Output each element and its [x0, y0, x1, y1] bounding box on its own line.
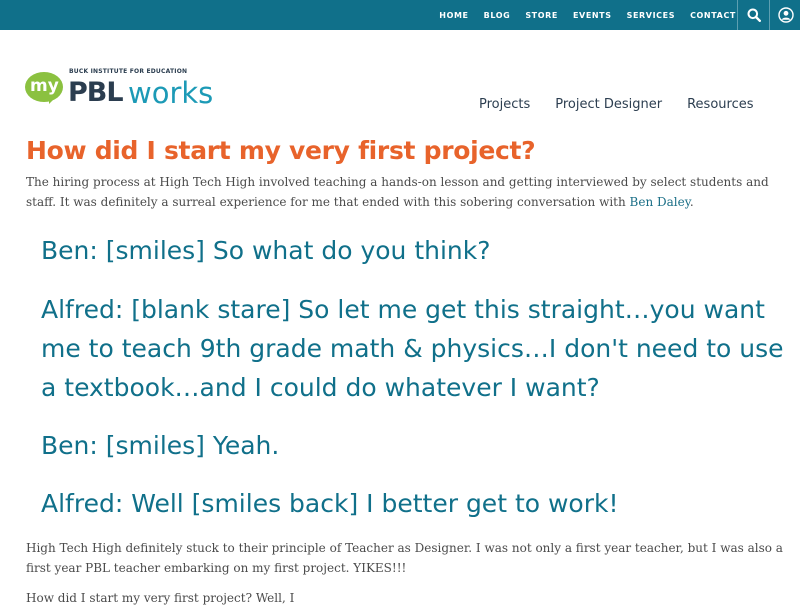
nav-blog-link[interactable]: BLOG [484, 11, 511, 20]
nav-store-link[interactable]: STORE [525, 11, 558, 20]
body-paragraph: How did I start my very first project? W… [26, 591, 295, 605]
dialogue-quote: Ben: [smiles] So what do you think? [41, 236, 491, 265]
ben-daley-link[interactable]: Ben Daley [630, 195, 690, 209]
dialogue-quote: Ben: [smiles] Yeah. [41, 431, 280, 460]
account-button[interactable] [769, 0, 800, 30]
intro-paragraph: The hiring process at High Tech High inv… [26, 172, 786, 212]
body-paragraph: High Tech High definitely stuck to their… [26, 541, 783, 575]
logo-subtitle: BUCK INSTITUTE FOR EDUCATION [69, 68, 188, 75]
article-title: How did I start my very first project? [26, 136, 536, 165]
logo-my-text: my [30, 76, 59, 96]
main-nav: Projects Project Designer Resources [479, 97, 779, 112]
logo-pbl-text: PBL [68, 77, 124, 108]
nav-services-link[interactable]: SERVICES [627, 11, 675, 20]
top-bar: HOME BLOG STORE EVENTS SERVICES CONTACT [0, 0, 800, 30]
search-button[interactable] [737, 0, 769, 30]
dialogue-quote: Alfred: Well [smiles back] I better get … [41, 489, 619, 518]
nav-events-link[interactable]: EVENTS [573, 11, 612, 20]
nav-projects-link[interactable]: Projects [479, 97, 530, 112]
search-icon [747, 8, 761, 22]
nav-resources-link[interactable]: Resources [687, 97, 753, 112]
nav-contact-link[interactable]: CONTACT [690, 11, 736, 20]
dialogue-quote: Alfred: [blank stare] So let me get this… [41, 295, 784, 402]
logo-works-text: works [128, 76, 214, 110]
intro-end-text: . [689, 195, 694, 209]
nav-project-designer-link[interactable]: Project Designer [555, 97, 662, 112]
user-icon [777, 7, 794, 23]
nav-home-link[interactable]: HOME [439, 11, 468, 20]
utility-nav: HOME BLOG STORE EVENTS SERVICES CONTACT [424, 0, 736, 30]
site-logo[interactable]: my BUCK INSTITUTE FOR EDUCATION PBL work… [25, 68, 245, 110]
